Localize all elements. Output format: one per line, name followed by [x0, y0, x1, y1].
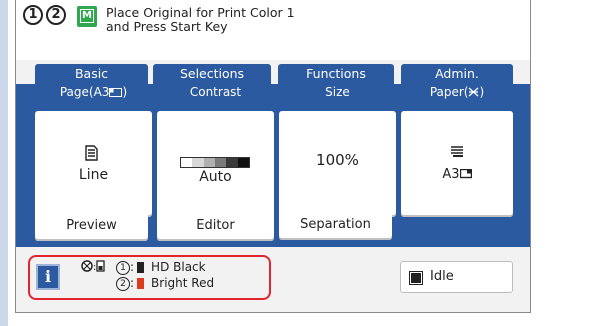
line-mode-document-icon: [85, 145, 98, 161]
print-color-1-indicator: 1: [23, 5, 43, 25]
size-caption: Size: [325, 85, 350, 99]
paper-caption: Paper(): [429, 85, 485, 99]
drum-icon: :: [81, 260, 105, 273]
page-setting-value: Line: [78, 167, 109, 183]
print-color-2-indicator: 2: [46, 5, 66, 25]
paper-setting-value: A3: [401, 167, 513, 182]
tab-bar: Basic Selections Functions Admin.: [16, 64, 530, 84]
color-2-number: 2: [116, 276, 130, 291]
info-button[interactable]: i: [36, 264, 60, 290]
paper-setting-button[interactable]: A3: [401, 111, 513, 217]
idle-icon: [409, 271, 423, 285]
control-panel: 1 2 M Place Original for Print Color 1 a…: [15, 0, 531, 313]
basic-settings-area: Page(A3) Contrast Size Paper() Line Auto…: [16, 84, 530, 247]
idle-label: Idle: [430, 269, 454, 284]
contrast-setting-button[interactable]: Auto: [157, 111, 274, 217]
page-orientation-icon: [109, 88, 123, 97]
color-1-number: 1: [116, 260, 130, 275]
color-1-name: HD Black: [151, 260, 206, 274]
paper-orientation-icon: [459, 168, 472, 179]
paper-tray-icon: [451, 146, 463, 157]
status-message: Place Original for Print Color 1 and Pre…: [106, 6, 295, 34]
contrast-caption: Contrast: [189, 85, 242, 99]
idle-status-button[interactable]: Idle: [400, 261, 513, 293]
contrast-setting-value: Auto: [199, 169, 232, 185]
status-bar: i : 1: HD Black 2: Bright Red Idle: [16, 249, 530, 312]
hd-black-swatch: [137, 262, 145, 273]
left-edge-rule: [0, 0, 8, 326]
status-message-line2: and Press Start Key: [106, 19, 228, 34]
tab-basic[interactable]: Basic: [35, 64, 148, 84]
page-setting-button[interactable]: Line: [35, 111, 152, 217]
paper-auto-icon: [469, 87, 479, 97]
preview-button[interactable]: Preview: [35, 210, 148, 241]
bright-red-swatch: [137, 278, 145, 289]
contrast-scale-icon: [180, 157, 250, 168]
size-setting-button[interactable]: 100%: [279, 111, 396, 217]
drum-color-1: 1: HD Black: [116, 259, 214, 275]
svg-text::: :: [93, 262, 96, 273]
tab-selections[interactable]: Selections: [153, 64, 271, 84]
status-message-line1: Place Original for Print Color 1: [106, 5, 295, 20]
drum-color-2: 2: Bright Red: [116, 275, 214, 291]
separation-button[interactable]: Separation: [279, 209, 392, 240]
color-2-name: Bright Red: [151, 276, 215, 290]
editor-button[interactable]: Editor: [157, 210, 274, 241]
tab-functions[interactable]: Functions: [278, 64, 394, 84]
tab-admin[interactable]: Admin.: [401, 64, 513, 84]
drum-colors: 1: HD Black 2: Bright Red: [116, 259, 214, 291]
page-caption: Page(A3): [59, 85, 128, 99]
message-header: 1 2 M Place Original for Print Color 1 a…: [16, 0, 530, 60]
size-setting-value: 100%: [316, 151, 359, 169]
master-mode-icon: M: [77, 6, 97, 27]
